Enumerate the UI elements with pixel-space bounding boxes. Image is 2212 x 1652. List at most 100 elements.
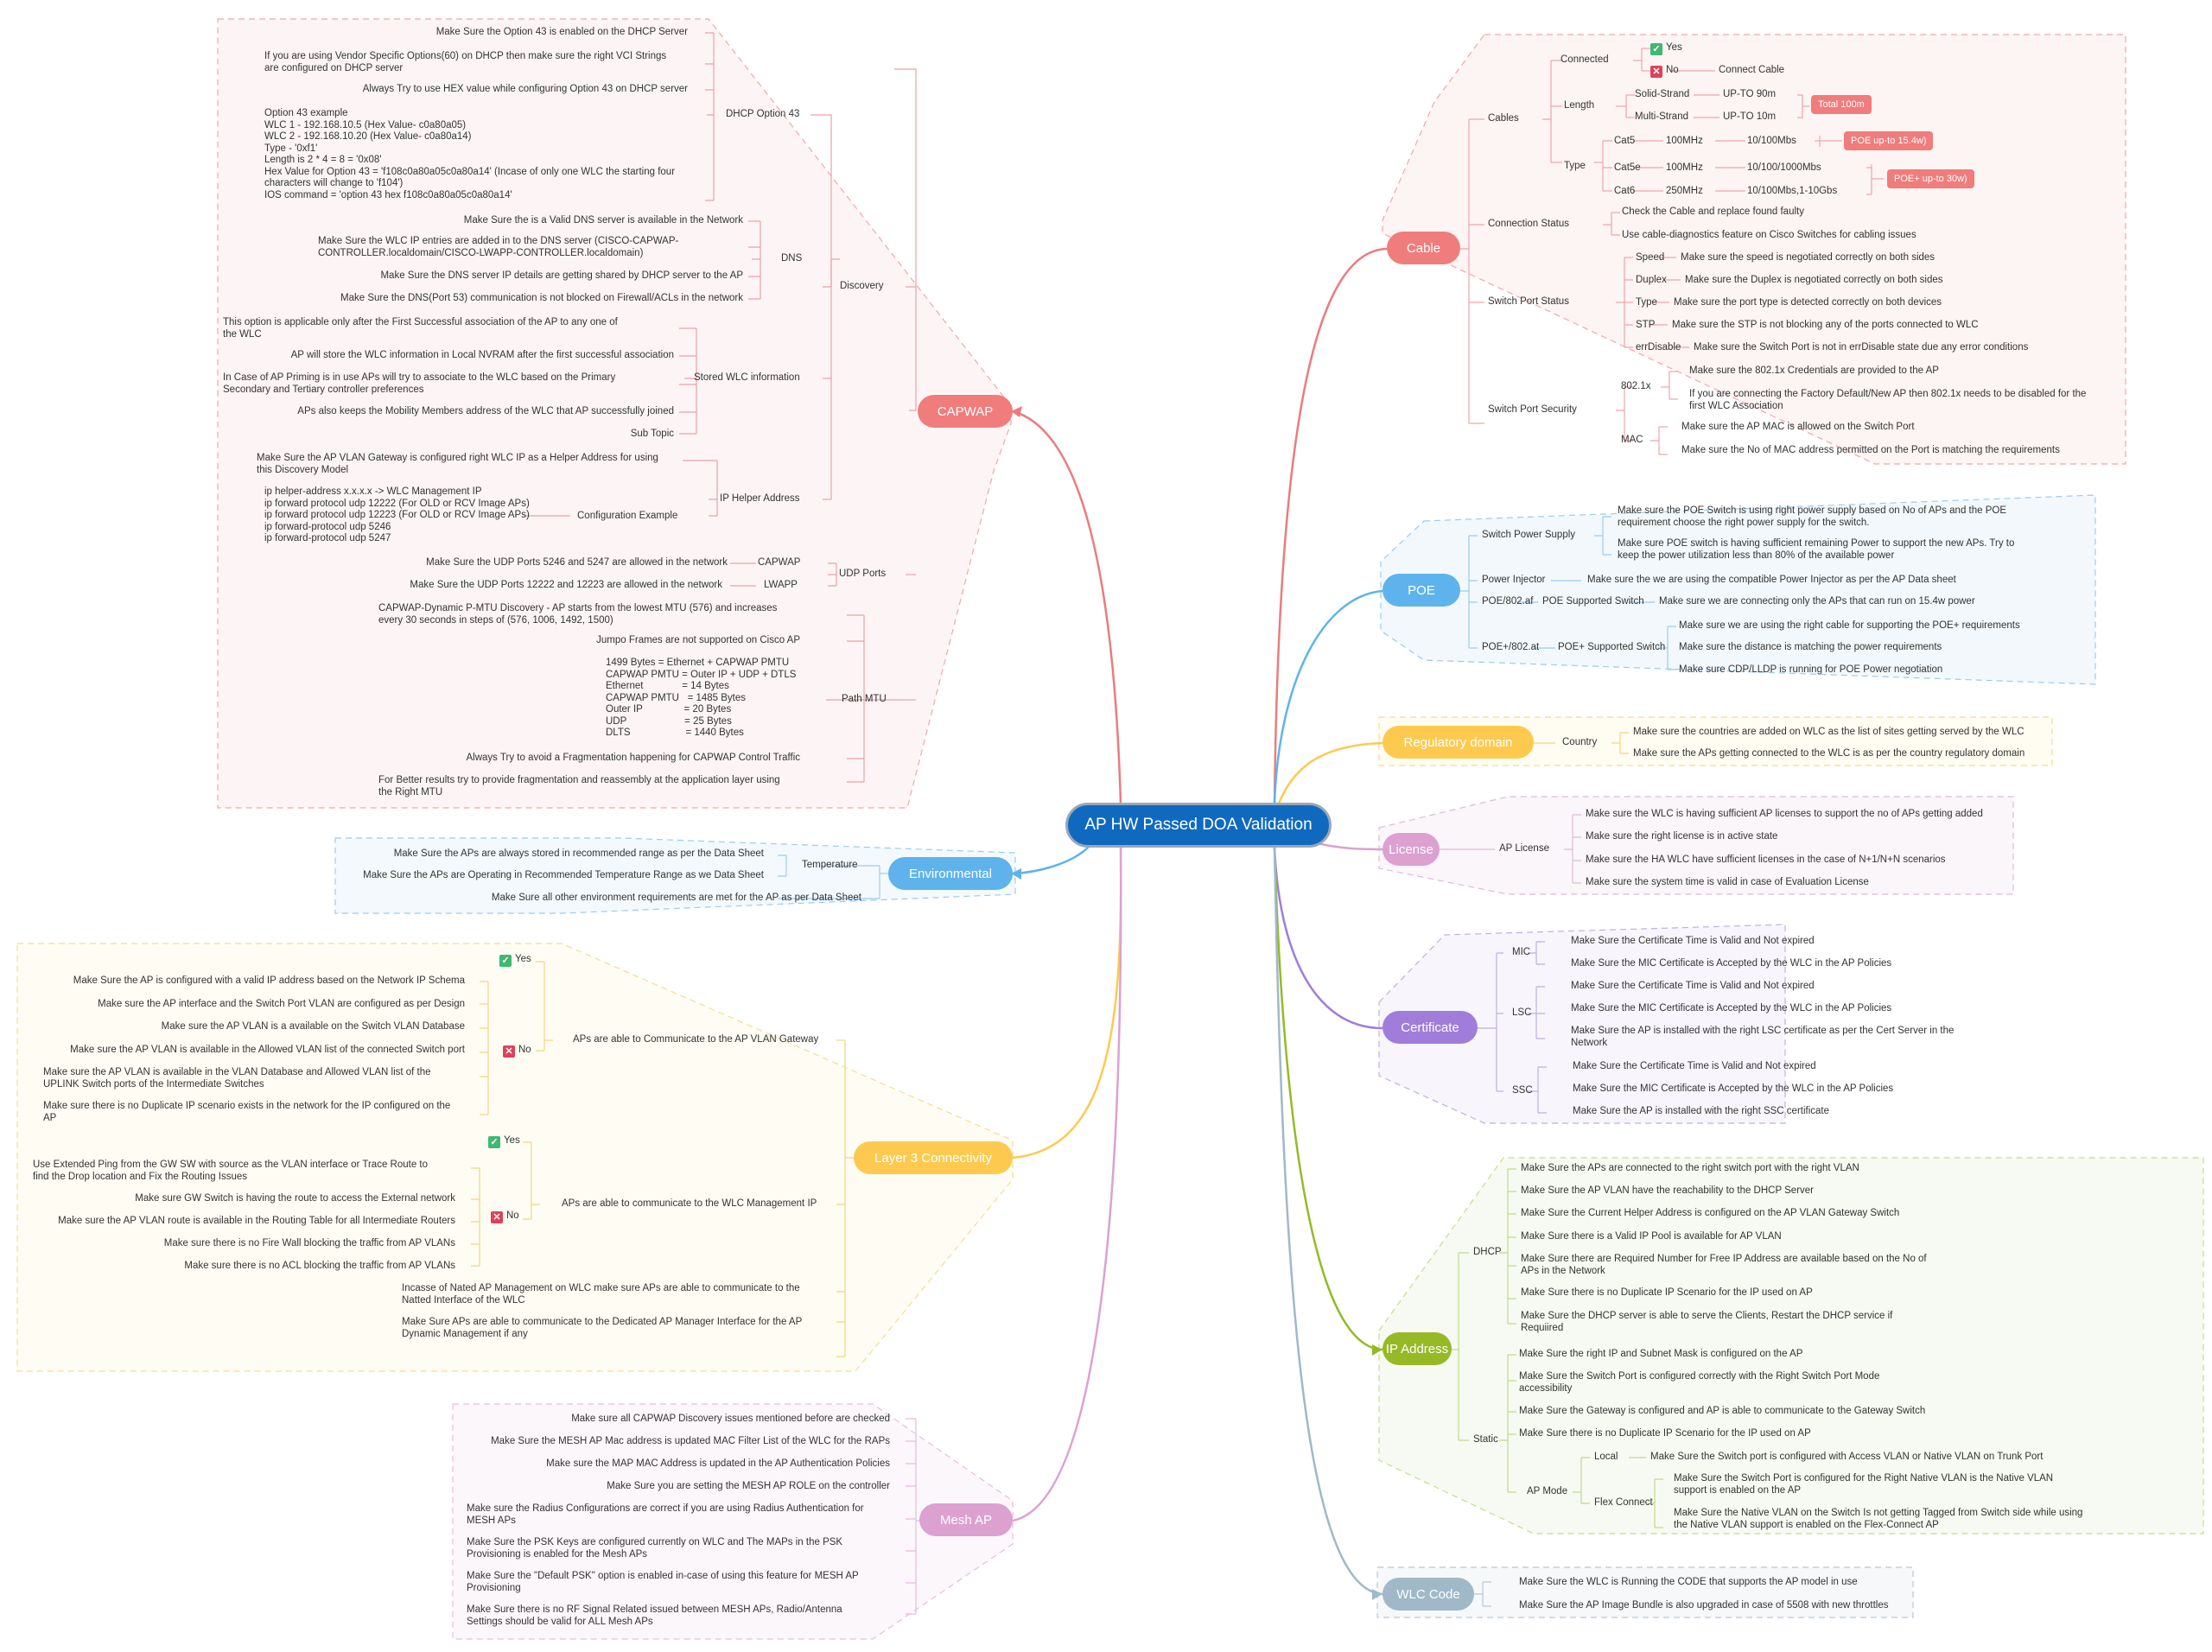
dhcp-item: Make Sure there is a Valid IP Pool is av… — [1521, 1231, 1782, 1242]
dhcp-item: Make Sure the DHCP server is able to ser… — [1521, 1311, 1893, 1333]
lsc-item: Make Sure the Certificate Time is Valid … — [1571, 981, 1815, 991]
license-item: Make sure the WLC is having sufficient A… — [1586, 809, 1983, 819]
gateway-no-item: Make sure there is no Duplicate IP scena… — [43, 1101, 451, 1123]
wlc-item: Make Sure the WLC is Running the CODE th… — [1519, 1577, 1858, 1587]
type-label: Type — [1564, 161, 1586, 171]
mesh-node[interactable]: Mesh AP — [919, 1503, 1013, 1536]
check-icon: ✓ — [1650, 43, 1662, 55]
config-example-text: ip helper-address x.x.x.x -> WLC Managem… — [264, 486, 530, 543]
mac-item: Make sure the No of MAC address permitte… — [1681, 445, 2060, 455]
cable-node[interactable]: Cable — [1387, 232, 1460, 264]
license-item: Make sure the HA WLC have sufficient lic… — [1586, 855, 1946, 865]
temperature-label: Temperature — [802, 860, 858, 870]
connector-cable — [1273, 247, 1388, 804]
discovery-label: Discovery — [840, 281, 884, 291]
connected-label: Connected — [1560, 54, 1609, 65]
environment-other: Make Sure all other environment requirem… — [491, 893, 861, 903]
cable-type-speed: 10/100Mbs,1-10Gbs — [1747, 186, 1838, 196]
gateway-no-item: Make sure the AP interface and the Switc… — [98, 999, 465, 1009]
dns-item: Make Sure the DNS(Port 53) communication… — [340, 293, 743, 303]
connected-no: ✕ No — [1650, 65, 1679, 78]
dns-item: Make Sure the WLC IP entries are added i… — [318, 236, 679, 258]
cross-icon: ✕ — [503, 1045, 515, 1058]
no-label: No — [1666, 65, 1679, 75]
regulatory-node[interactable]: Regulatory domain — [1382, 726, 1534, 759]
cable-type-freq: 100MHz — [1666, 136, 1703, 146]
check-icon: ✓ — [488, 1136, 500, 1148]
cross-icon: ✕ — [1650, 66, 1662, 78]
connector-mesh — [1012, 846, 1122, 1522]
port-status-value: Make sure the speed is negotiated correc… — [1681, 252, 1936, 263]
path-mtu-label: Path MTU — [842, 694, 887, 704]
poe-node[interactable]: POE — [1382, 574, 1460, 607]
static-item: Make Sure the Switch Port is configured … — [1519, 1371, 1880, 1394]
pmtu-item: CAPWAP-Dynamic P-MTU Discovery - AP star… — [378, 603, 778, 626]
dot1x-label: 802.1x — [1621, 381, 1651, 391]
environmental-node[interactable]: Environmental — [888, 857, 1013, 890]
stored-item: This option is applicable only after the… — [223, 317, 618, 340]
pmtu-item: For Better results try to provide fragme… — [378, 775, 780, 797]
cable-type-speed: 10/100Mbs — [1747, 136, 1796, 146]
gateway-yes: ✓ Yes — [499, 954, 531, 967]
poe-af-switch: POE Supported Switch — [1542, 596, 1644, 607]
dhcp43-item: Option 43 example WLC 1 - 192.168.10.5 (… — [264, 108, 676, 200]
pmtu-item: Jumpo Frames are not supported on Cisco … — [596, 635, 800, 645]
total-length-tag: Total 100m — [1811, 95, 1872, 114]
gateway-no: ✕ No — [503, 1045, 531, 1058]
license-node[interactable]: License — [1382, 833, 1440, 866]
certificate-node[interactable]: Certificate — [1382, 1011, 1478, 1044]
license-item: Make sure the system time is valid in ca… — [1586, 877, 1869, 887]
ip-address-node[interactable]: IP Address — [1382, 1332, 1452, 1365]
ip-helper-label: IP Helper Address — [720, 493, 800, 504]
layer3-node[interactable]: Layer 3 Connectivity — [854, 1141, 1013, 1174]
solid-length: UP-TO 90m — [1723, 89, 1777, 99]
connection-status-label: Connection Status — [1488, 219, 1569, 229]
lsc-item: Make Sure the MIC Certificate is Accepte… — [1571, 1003, 1892, 1013]
root-node[interactable]: AP HW Passed DOA Validation — [1065, 803, 1332, 848]
lsc-label: LSC — [1512, 1007, 1532, 1018]
mesh-item: Make Sure the MESH AP Mac address is upd… — [491, 1436, 890, 1446]
dhcp-label: DHCP — [1473, 1247, 1502, 1257]
gateway-no-item: Make sure the AP VLAN is available in th… — [43, 1067, 431, 1090]
cross-icon: ✕ — [491, 1211, 503, 1223]
check-icon: ✓ — [499, 955, 512, 967]
mesh-item: Make sure all CAPWAP Discovery issues me… — [571, 1414, 890, 1424]
wlc-code-node[interactable]: WLC Code — [1382, 1578, 1474, 1611]
static-label: Static — [1473, 1434, 1498, 1445]
static-item: Make Sure there is no Duplicate IP Scena… — [1519, 1428, 1811, 1439]
stored-wlc-label: Stored WLC information — [694, 372, 800, 383]
mesh-item: Make Sure you are setting the MESH AP RO… — [607, 1481, 890, 1491]
local-text: Make Sure the Switch port is configured … — [1650, 1452, 2044, 1462]
udp-capwap-label: CAPWAP — [758, 557, 801, 568]
mac-item: Make sure the AP MAC is allowed on the S… — [1681, 422, 1915, 432]
static-item: Make Sure the right IP and Subnet Mask i… — [1519, 1349, 1803, 1359]
yes-label: Yes — [1666, 42, 1682, 53]
dot1x-item: If you are connecting the Factory Defaul… — [1689, 389, 2087, 411]
wlcmgmt-no-item: Make sure there is no ACL blocking the t… — [184, 1261, 455, 1271]
connector-wlc — [1273, 846, 1383, 1596]
power-injector-text: Make sure the we are using the compatibl… — [1587, 575, 1956, 585]
mesh-item: Make Sure the PSK Keys are configured cu… — [467, 1537, 843, 1560]
switch-port-security-label: Switch Port Security — [1488, 404, 1577, 415]
switch-port-status-label: Switch Port Status — [1488, 296, 1569, 307]
poe-tag: POE up-to 15.4w) — [1844, 131, 1934, 150]
ssc-item: Make Sure the Certificate Time is Valid … — [1573, 1061, 1816, 1071]
capwap-node[interactable]: CAPWAP — [918, 395, 1013, 428]
cable-type-speed: 10/100/1000Mbs — [1747, 162, 1821, 173]
multi-length: UP-TO 10m — [1723, 111, 1777, 122]
stored-item: In Case of AP Priming is in use APs will… — [223, 372, 616, 395]
switch-power-supply-label: Switch Power Supply — [1482, 530, 1576, 540]
stored-item: AP will store the WLC information in Loc… — [290, 350, 674, 360]
connector-capwap — [1012, 410, 1122, 804]
poe-plus-tag: POE+ up-to 30w) — [1887, 169, 1974, 188]
poe-at-switch: POE+ Supported Switch — [1558, 642, 1666, 652]
wlcmgmt-no: ✕ No — [491, 1210, 519, 1223]
mic-label: MIC — [1512, 947, 1531, 957]
dns-label: DNS — [781, 253, 803, 264]
ssc-item: Make Sure the AP is installed with the r… — [1573, 1106, 1830, 1116]
wlcmgmt-no-item: Use Extended Ping from the GW SW with so… — [33, 1160, 429, 1182]
mic-item: Make Sure the Certificate Time is Valid … — [1571, 936, 1815, 946]
cables-label: Cables — [1488, 113, 1519, 124]
regulatory-item: Make sure the APs getting connected to t… — [1633, 748, 2025, 759]
connect-cable-label: Connect Cable — [1719, 65, 1785, 75]
